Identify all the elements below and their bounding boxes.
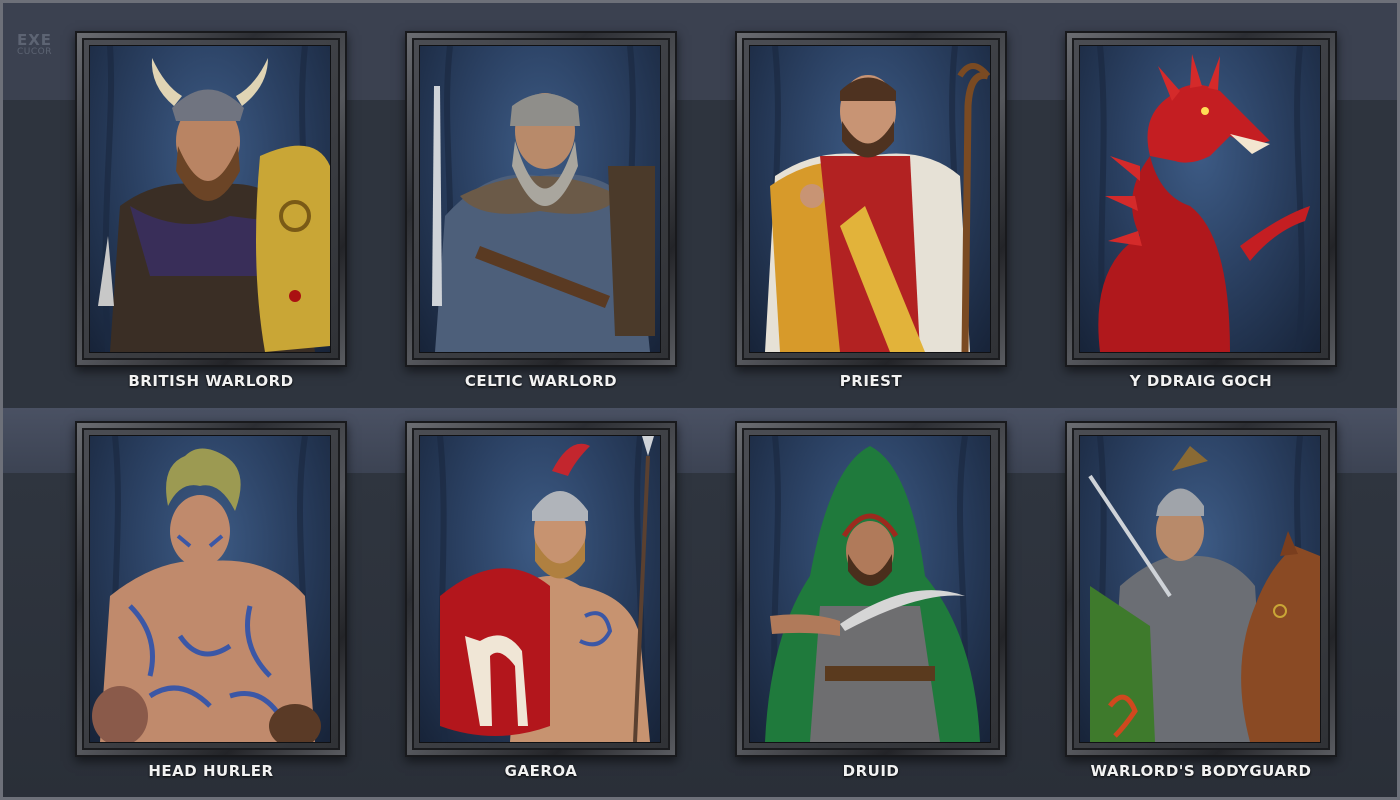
warlords-bodyguard-portrait [1079, 435, 1321, 743]
unit-name: DRUID [842, 762, 900, 780]
unit-name: BRITISH WARLORD [128, 372, 294, 390]
priest-portrait [749, 45, 991, 353]
unit-name: PRIEST [839, 372, 903, 390]
unit-name: Y DDRAIG GOCH [1129, 372, 1273, 390]
unit-name: WARLORD'S BODYGUARD [1090, 762, 1312, 780]
gaeroa-portrait [419, 435, 661, 743]
logo-line-2: CUCOR [17, 47, 52, 57]
unit-card-head-hurler[interactable]: HEAD HURLER [75, 421, 347, 780]
unit-card-y-ddraig-goch[interactable]: Y DDRAIG GOCH [1065, 31, 1337, 390]
unit-card-celtic-warlord[interactable]: CELTIC WARLORD [405, 31, 677, 390]
unit-name: GAEROA [504, 762, 578, 780]
red-dragon-portrait [1079, 45, 1321, 353]
celtic-warlord-portrait [419, 45, 661, 353]
unit-gallery: EXE CUCOR BRITISH WARLORD CELTIC WARLORD… [0, 0, 1400, 800]
unit-name: CELTIC WARLORD [464, 372, 618, 390]
unit-card-warlords-bodyguard[interactable]: WARLORD'S BODYGUARD [1065, 421, 1337, 780]
unit-name: HEAD HURLER [148, 762, 274, 780]
unit-card-british-warlord[interactable]: BRITISH WARLORD [75, 31, 347, 390]
logo-line-1: EXE [17, 31, 53, 49]
druid-portrait [749, 435, 991, 743]
exe-logo: EXE CUCOR [17, 33, 61, 57]
british-warlord-portrait [89, 45, 331, 353]
unit-card-priest[interactable]: PRIEST [735, 31, 1007, 390]
unit-card-druid[interactable]: DRUID [735, 421, 1007, 780]
head-hurler-portrait [89, 435, 331, 743]
unit-card-gaeroa[interactable]: GAEROA [405, 421, 677, 780]
